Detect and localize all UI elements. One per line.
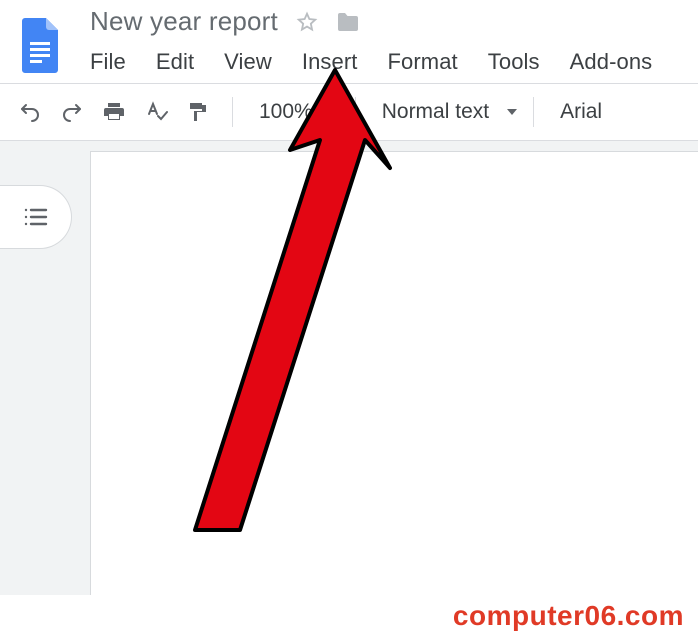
watermark: computer06.com	[0, 595, 698, 637]
chevron-down-icon	[505, 105, 519, 119]
paint-format-button[interactable]	[186, 94, 210, 130]
menu-bar: File Edit View Insert Format Tools Add-o…	[90, 43, 652, 83]
star-icon[interactable]	[296, 11, 318, 33]
menu-tools[interactable]: Tools	[488, 43, 558, 83]
folder-icon[interactable]	[336, 11, 360, 33]
title-area: New year report File Edit View Insert Fo…	[90, 6, 652, 83]
document-canvas	[0, 141, 698, 600]
menu-addons[interactable]: Add-ons	[570, 43, 653, 83]
font-value: Arial	[560, 100, 602, 123]
font-select[interactable]: Arial	[550, 100, 612, 124]
menu-insert[interactable]: Insert	[302, 43, 376, 83]
zoom-select[interactable]: 100%	[249, 100, 351, 124]
redo-button[interactable]	[60, 94, 84, 130]
watermark-text: computer06.com	[453, 600, 684, 632]
header-bar: New year report File Edit View Insert Fo…	[0, 0, 698, 83]
toolbar-separator	[355, 97, 356, 127]
menu-edit[interactable]: Edit	[156, 43, 212, 83]
spellcheck-button[interactable]	[144, 94, 168, 130]
docs-logo-icon[interactable]	[14, 10, 66, 80]
menu-view[interactable]: View	[224, 43, 290, 83]
document-page[interactable]	[90, 151, 698, 620]
chevron-down-icon	[327, 105, 341, 119]
paragraph-style-value: Normal text	[382, 100, 489, 124]
undo-button[interactable]	[18, 94, 42, 130]
print-button[interactable]	[102, 94, 126, 130]
menu-file[interactable]: File	[90, 43, 144, 83]
menu-format[interactable]: Format	[387, 43, 475, 83]
toolbar-separator	[533, 97, 534, 127]
document-title[interactable]: New year report	[90, 6, 278, 37]
outline-toggle-button[interactable]	[0, 185, 72, 249]
paragraph-style-select[interactable]: Normal text	[372, 100, 529, 124]
zoom-value: 100%	[259, 100, 313, 124]
title-row: New year report	[90, 6, 652, 37]
toolbar-separator	[232, 97, 233, 127]
toolbar: 100% Normal text Arial	[0, 83, 698, 141]
